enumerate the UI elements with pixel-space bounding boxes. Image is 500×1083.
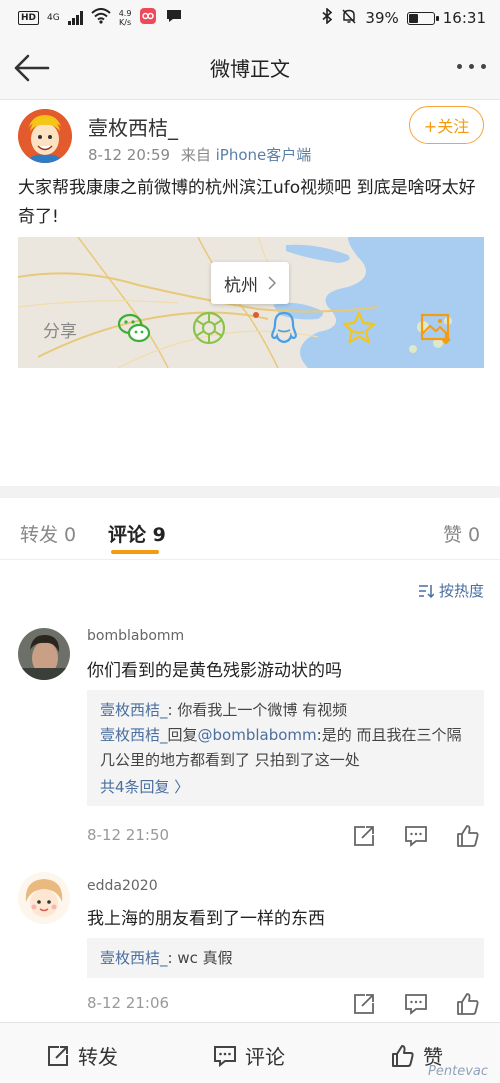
reply-box[interactable]: 壹枚西桔_: 你看我上一个微博 有视频 壹枚西桔_回复@bomblabomm:是… xyxy=(87,690,484,806)
repost-label: 转发 xyxy=(78,1045,118,1069)
battery-percent: 39% xyxy=(365,9,399,27)
reply-text: : 你看我上一个微博 有视频 xyxy=(167,701,348,719)
avatar[interactable] xyxy=(18,872,70,924)
battery-level xyxy=(408,13,418,23)
post-author[interactable]: 壹枚西桔_ xyxy=(88,112,178,141)
more-icon[interactable] xyxy=(457,64,486,69)
signal-icon xyxy=(67,11,83,25)
reply-text: : wc 真假 xyxy=(167,949,233,967)
watermark: Pentevac xyxy=(428,1064,488,1079)
avatar[interactable] xyxy=(18,628,70,680)
like-icon[interactable] xyxy=(456,824,480,848)
active-tab-indicator xyxy=(111,550,159,554)
repost-icon[interactable] xyxy=(352,992,376,1016)
reply-author[interactable]: 壹枚西桔_ xyxy=(100,701,168,719)
post-source-prefix: 来自 xyxy=(180,146,211,164)
tab-reposts[interactable]: 转发 0 xyxy=(20,520,76,547)
back-arrow-icon xyxy=(14,54,50,82)
status-bar: HD 4G 4.9 K/s 39% 16:31 xyxy=(0,0,500,36)
repost-icon xyxy=(48,1045,68,1066)
wifi-icon xyxy=(91,8,111,28)
favorite-star-icon[interactable] xyxy=(341,310,377,346)
tab-bar: 转发 0 评论 9 赞 0 xyxy=(0,498,500,560)
repost-icon[interactable] xyxy=(352,824,376,848)
post-source[interactable]: iPhone客户端 xyxy=(216,146,312,164)
map-location-label[interactable]: 杭州 xyxy=(211,262,289,304)
qq-icon[interactable] xyxy=(266,310,302,346)
comment-text: 你们看到的是黄色残影游动状的吗 xyxy=(87,661,342,681)
nav-bar: 微博正文 xyxy=(0,36,500,100)
follow-button[interactable]: +关注 xyxy=(409,106,484,144)
network-type: 4G xyxy=(47,12,60,23)
reply-item: 壹枚西桔_: wc 真假 xyxy=(100,946,471,971)
bottom-action-bar: 转发 评论 赞 Pentevac xyxy=(0,1022,500,1083)
reply-item: 壹枚西桔_回复@bomblabomm:是的 而且我在三个隔几公里的地方都看到了 … xyxy=(100,723,471,773)
comment-icon[interactable] xyxy=(404,992,428,1016)
map-location-name: 杭州 xyxy=(224,275,258,296)
comment-icon xyxy=(214,1045,236,1067)
reply-verb: 回复 xyxy=(167,726,198,744)
tab-comments[interactable]: 评论 9 xyxy=(108,520,166,547)
reply-item: 壹枚西桔_: 你看我上一个微博 有视频 xyxy=(100,698,471,723)
comment-time: 8-12 21:50 xyxy=(87,826,170,844)
moments-icon[interactable] xyxy=(191,310,227,346)
like-icon xyxy=(392,1044,414,1067)
comment-text: 我上海的朋友看到了一样的东西 xyxy=(87,909,325,929)
comment-time: 8-12 21:06 xyxy=(87,994,170,1012)
reply-mention[interactable]: @bomblabomm xyxy=(198,726,317,744)
sort-button[interactable]: 按热度 xyxy=(418,580,484,601)
back-button[interactable] xyxy=(12,50,52,86)
like-icon[interactable] xyxy=(456,992,480,1016)
clock: 16:31 xyxy=(442,9,486,27)
post-meta: 8-12 20:59 来自 iPhone客户端 xyxy=(88,144,311,165)
comment-icon[interactable] xyxy=(404,824,428,848)
tab-likes[interactable]: 赞 0 xyxy=(443,520,480,547)
wechat-icon[interactable] xyxy=(116,310,152,346)
post-text: 大家帮我康康之前微博的杭州滨江ufo视频吧 到底是啥呀太好奇了! xyxy=(18,178,476,227)
mute-bell-icon xyxy=(341,8,357,28)
share-label: 分享 xyxy=(43,322,77,342)
post-datetime: 8-12 20:59 xyxy=(88,146,171,164)
sort-label: 按热度 xyxy=(438,582,484,600)
comment-label: 评论 xyxy=(245,1045,285,1069)
bluetooth-icon xyxy=(321,7,333,28)
avatar[interactable] xyxy=(18,109,72,163)
share-row: 分享 xyxy=(0,308,500,352)
page-title: 微博正文 xyxy=(210,57,290,81)
comment-author[interactable]: edda2020 xyxy=(87,878,158,894)
repost-button[interactable]: 转发 xyxy=(46,1041,118,1070)
comment-author[interactable]: bomblabomm xyxy=(87,628,184,644)
network-speed-unit: K/s xyxy=(119,18,132,27)
reply-author[interactable]: 壹枚西桔_ xyxy=(100,726,168,744)
network-speed: 4.9 K/s xyxy=(119,9,132,27)
battery-icon xyxy=(406,11,439,25)
hd-badge: HD xyxy=(18,11,40,25)
reply-author[interactable]: 壹枚西桔_ xyxy=(100,949,168,967)
message-notification-icon xyxy=(165,8,183,28)
sort-icon xyxy=(418,584,434,598)
chevron-right-icon xyxy=(268,276,276,290)
more-replies-link[interactable]: 共4条回复 〉 xyxy=(100,775,471,800)
save-image-icon[interactable] xyxy=(418,310,454,346)
app-notification-icon xyxy=(139,7,157,29)
network-speed-value: 4.9 xyxy=(118,9,132,18)
section-divider xyxy=(0,486,500,498)
reply-box[interactable]: 壹枚西桔_: wc 真假 xyxy=(87,938,484,978)
comment-button[interactable]: 评论 xyxy=(213,1041,285,1070)
